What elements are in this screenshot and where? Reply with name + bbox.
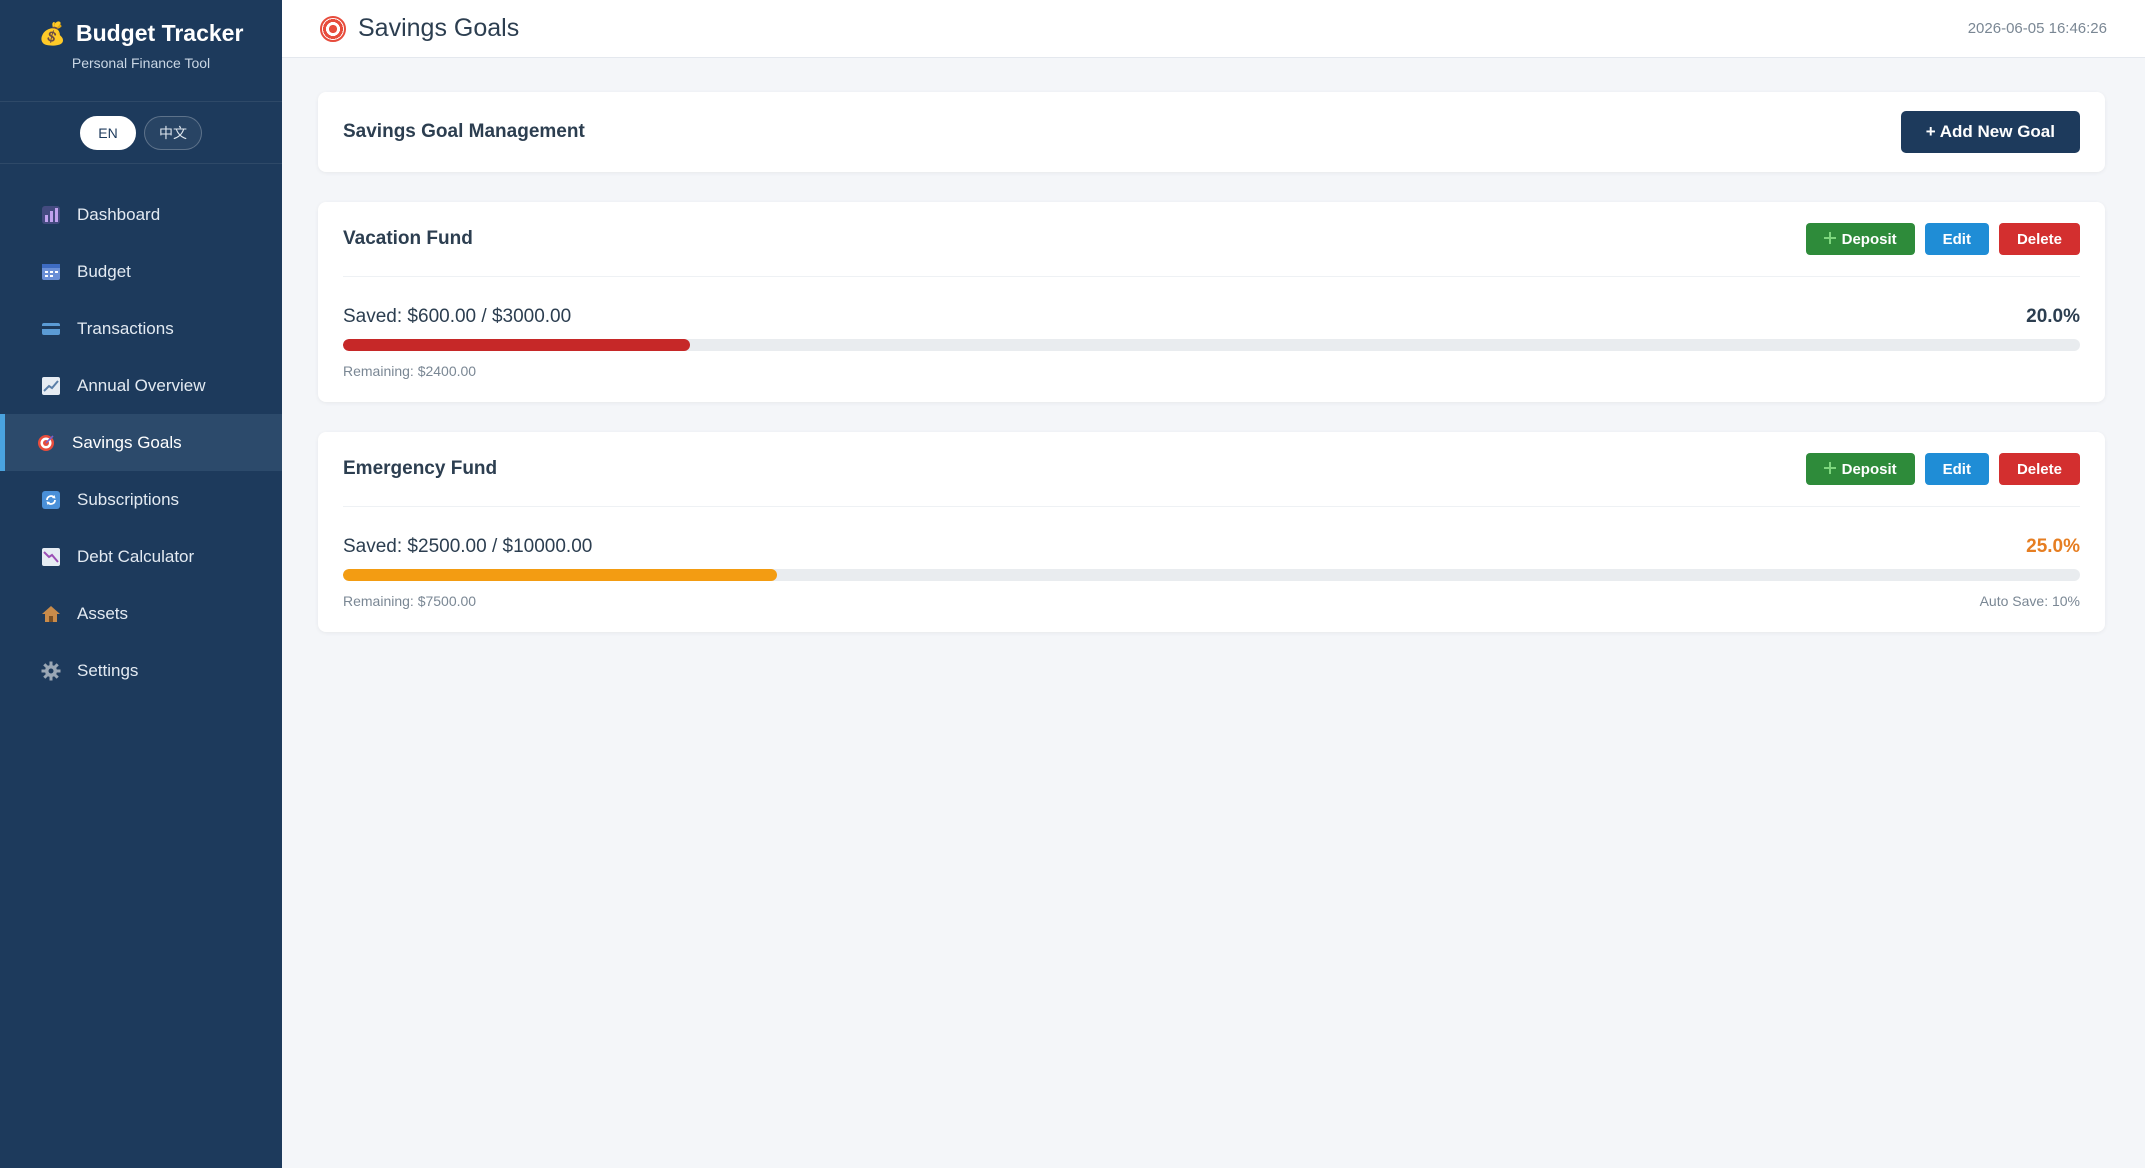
sidebar-item-budget[interactable]: Budget <box>0 243 282 300</box>
sidebar-item-label: Dashboard <box>77 204 161 224</box>
sidebar-item-label: Savings Goals <box>72 432 182 452</box>
progress-percent: 20.0% <box>2026 306 2080 327</box>
remaining-amount: Remaining: $7500.00 <box>343 593 477 609</box>
sidebar-item-dashboard[interactable]: Dashboard <box>0 186 282 243</box>
refresh-icon <box>41 490 61 510</box>
goal-header: Emergency Fund Deposit Edit Delete <box>343 432 2080 507</box>
lang-zh-button[interactable]: 中文 <box>144 115 202 150</box>
sidebar-item-label: Annual Overview <box>77 375 206 395</box>
goal-management-card: Savings Goal Management + Add New Goal <box>318 92 2105 172</box>
target-icon <box>320 15 346 42</box>
goal-body: Saved: $600.00 / $3000.00 20.0% Remainin… <box>343 277 2080 379</box>
saved-amount: Saved: $2500.00 / $10000.00 <box>343 536 593 557</box>
house-icon <box>41 604 61 624</box>
saved-row: Saved: $2500.00 / $10000.00 25.0% <box>343 535 2080 559</box>
main-content: Savings Goal Management + Add New Goal V… <box>318 92 2105 632</box>
plus-icon <box>1823 461 1836 478</box>
app-subtitle: Personal Finance Tool <box>71 55 211 71</box>
sidebar-item-label: Budget <box>77 261 131 281</box>
page-header: Savings Goals 2026-06-05 16:46:26 <box>282 0 2145 58</box>
lang-en-button[interactable]: EN <box>80 115 136 150</box>
target-icon <box>36 433 56 453</box>
sidebar-item-settings[interactable]: Settings <box>0 642 282 699</box>
progress-bar <box>343 569 2080 581</box>
goal-card-emergency-fund: Emergency Fund Deposit Edit Delete Saved… <box>318 432 2105 632</box>
progress-percent: 25.0% <box>2026 536 2080 557</box>
sidebar-item-savings-goals[interactable]: Savings Goals <box>0 414 282 471</box>
money-bag-icon: 💰 <box>38 20 66 46</box>
remaining-amount: Remaining: $2400.00 <box>343 363 477 379</box>
auto-save-label: Auto Save: 10% <box>1979 593 2080 609</box>
bar-chart-icon <box>41 205 61 225</box>
goal-header: Vacation Fund Deposit Edit Delete <box>343 202 2080 277</box>
deposit-label: Deposit <box>1841 460 1897 478</box>
deposit-button[interactable]: Deposit <box>1805 223 1915 255</box>
progress-bar-fill <box>343 569 778 581</box>
section-title: Savings Goal Management <box>343 121 585 142</box>
decline-chart-icon <box>41 547 61 567</box>
trend-chart-icon <box>41 376 61 396</box>
saved-amount: Saved: $600.00 / $3000.00 <box>343 306 572 327</box>
edit-button[interactable]: Edit <box>1924 223 1989 255</box>
remaining-row: Remaining: $7500.00 Auto Save: 10% <box>343 593 2080 609</box>
goal-name: Vacation Fund <box>343 228 473 249</box>
sidebar: 💰 Budget Tracker Personal Finance Tool E… <box>0 0 282 1168</box>
language-switcher: EN 中文 <box>0 102 282 164</box>
saved-row: Saved: $600.00 / $3000.00 20.0% <box>343 305 2080 329</box>
timestamp: 2026-06-05 16:46:26 <box>1967 20 2107 37</box>
sidebar-item-subscriptions[interactable]: Subscriptions <box>0 471 282 528</box>
edit-button[interactable]: Edit <box>1924 453 1989 485</box>
sidebar-item-label: Settings <box>77 660 139 680</box>
brand: 💰 Budget Tracker Personal Finance Tool <box>0 0 282 102</box>
deposit-label: Deposit <box>1841 230 1897 248</box>
sidebar-item-transactions[interactable]: Transactions <box>0 300 282 357</box>
add-new-goal-button[interactable]: + Add New Goal <box>1900 111 2080 153</box>
gear-icon <box>41 661 61 681</box>
sidebar-item-label: Transactions <box>77 318 174 338</box>
goal-actions: Deposit Edit Delete <box>1805 453 2080 485</box>
sidebar-item-label: Debt Calculator <box>77 546 195 566</box>
app-title: Budget Tracker <box>75 20 244 46</box>
app-title-row: 💰 Budget Tracker <box>0 20 282 47</box>
goal-card-vacation-fund: Vacation Fund Deposit Edit Delete Saved:… <box>318 202 2105 402</box>
progress-bar <box>343 339 2080 351</box>
sidebar-nav: Dashboard Budget Transactions Annual Ove… <box>0 186 282 699</box>
credit-card-icon <box>41 319 61 339</box>
sidebar-item-debt-calculator[interactable]: Debt Calculator <box>0 528 282 585</box>
sidebar-item-label: Assets <box>77 603 129 623</box>
page-title: Savings Goals <box>358 14 520 42</box>
delete-button[interactable]: Delete <box>1998 223 2080 255</box>
sidebar-item-annual-overview[interactable]: Annual Overview <box>0 357 282 414</box>
plus-icon <box>1823 231 1836 248</box>
sidebar-item-label: Subscriptions <box>77 489 180 509</box>
sidebar-item-assets[interactable]: Assets <box>0 585 282 642</box>
goal-body: Saved: $2500.00 / $10000.00 25.0% Remain… <box>343 507 2080 609</box>
calendar-icon <box>41 262 61 282</box>
delete-button[interactable]: Delete <box>1998 453 2080 485</box>
goal-actions: Deposit Edit Delete <box>1805 223 2080 255</box>
progress-bar-fill <box>343 339 691 351</box>
deposit-button[interactable]: Deposit <box>1805 453 1915 485</box>
goal-name: Emergency Fund <box>343 458 498 479</box>
remaining-row: Remaining: $2400.00 <box>343 363 2080 379</box>
